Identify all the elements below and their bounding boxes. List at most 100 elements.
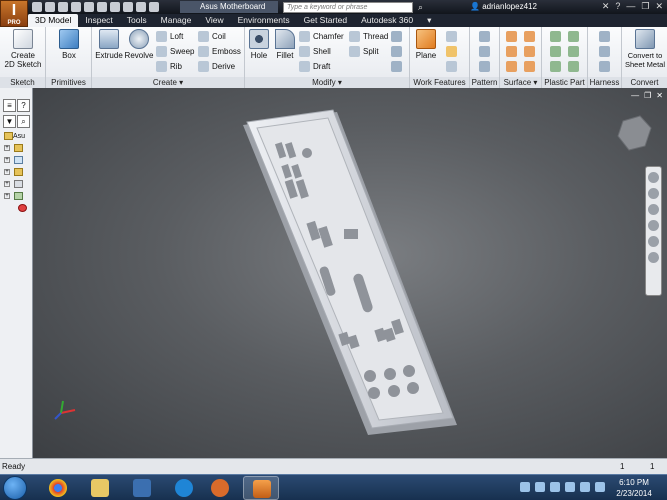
create-2d-sketch-button[interactable]: Create 2D Sketch [4, 29, 42, 69]
lip-icon[interactable] [568, 61, 579, 72]
sculpt-icon[interactable] [506, 46, 517, 57]
mirror-icon[interactable] [479, 61, 490, 72]
zoom-all-icon[interactable] [648, 252, 659, 263]
panel-title-create[interactable]: Create ▾ [92, 77, 244, 88]
coil-button[interactable]: Coil [198, 30, 226, 44]
trim-icon[interactable] [506, 61, 517, 72]
update-icon[interactable] [110, 2, 120, 12]
rectangular-pattern-icon[interactable] [479, 31, 490, 42]
tray-icon-2[interactable] [535, 482, 545, 492]
orbit-icon[interactable] [648, 220, 659, 231]
undo-icon[interactable] [71, 2, 81, 12]
tab-environments[interactable]: Environments [231, 14, 297, 27]
emboss-button[interactable]: Emboss [198, 45, 241, 59]
tree-node-solid-bodies[interactable]: + [4, 144, 23, 156]
expand-icon[interactable]: + [4, 169, 10, 175]
plane-button[interactable]: Plane [412, 29, 440, 60]
ribbon-options-icon[interactable]: ▾ [420, 14, 438, 27]
taskbar-maps[interactable] [202, 476, 238, 500]
search-input[interactable]: Type a keyword or phrase [283, 2, 413, 13]
tree-node-view[interactable]: + [4, 156, 23, 168]
tab-3d-model[interactable]: 3D Model [28, 14, 79, 27]
taskbar-explorer[interactable] [82, 476, 118, 500]
tab-autodesk-360[interactable]: Autodesk 360 [354, 14, 420, 27]
chamfer-button[interactable]: Chamfer [299, 30, 344, 44]
derive-button[interactable]: Derive [198, 60, 235, 74]
loft-button[interactable]: Loft [156, 30, 183, 44]
volume-icon[interactable] [595, 482, 605, 492]
harness-icon[interactable] [599, 31, 610, 42]
rib-button[interactable]: Rib [156, 60, 182, 74]
network-icon[interactable] [565, 482, 575, 492]
tree-node-feature[interactable]: + [4, 192, 23, 204]
look-at-icon[interactable] [648, 236, 659, 247]
tab-tools[interactable]: Tools [120, 14, 154, 27]
point-icon[interactable] [446, 46, 457, 57]
zoom-icon[interactable] [648, 204, 659, 215]
steering-wheel-icon[interactable] [648, 172, 659, 183]
panel-title-surface[interactable]: Surface ▾ [500, 77, 541, 88]
tab-view[interactable]: View [198, 14, 230, 27]
expand-icon[interactable]: + [4, 157, 10, 163]
taskbar-media[interactable] [124, 476, 160, 500]
minimize-icon[interactable]: — [626, 1, 635, 12]
wire-icon[interactable] [599, 46, 610, 57]
select-icon[interactable] [123, 2, 133, 12]
viewcube-icon[interactable] [617, 115, 652, 151]
clock[interactable]: 6:10 PM 2/23/2014 [614, 477, 654, 499]
taskbar-chrome[interactable] [40, 476, 76, 500]
sweep-button[interactable]: Sweep [156, 45, 194, 59]
browser-help-icon[interactable]: ? [17, 99, 30, 112]
search-icon[interactable]: ⌕ [418, 2, 423, 13]
tray-icon-1[interactable] [520, 482, 530, 492]
save-icon[interactable] [58, 2, 68, 12]
close-icon[interactable]: ✕ [655, 1, 663, 12]
taskbar-app[interactable] [166, 476, 202, 500]
shell-button[interactable]: Shell [299, 45, 331, 59]
thread-button[interactable]: Thread [349, 30, 388, 44]
fillet-button[interactable]: Fillet [273, 29, 297, 60]
tree-node-extrusion[interactable]: + [4, 180, 23, 192]
panel-title-modify[interactable]: Modify ▾ [245, 77, 409, 88]
thicken-icon[interactable] [506, 31, 517, 42]
power-icon[interactable] [580, 482, 590, 492]
start-button[interactable] [3, 476, 27, 500]
new-icon[interactable] [32, 2, 42, 12]
tab-inspect[interactable]: Inspect [78, 14, 119, 27]
hole-button[interactable]: Hole [247, 29, 271, 60]
browser-search-icon[interactable]: ⌕ [17, 115, 30, 128]
convert-to-sheet-metal-button[interactable]: Convert to Sheet Metal [623, 29, 667, 69]
redo-icon[interactable] [84, 2, 94, 12]
expand-icon[interactable]: + [4, 193, 10, 199]
extrude-button[interactable]: Extrude [94, 29, 124, 60]
circular-pattern-icon[interactable] [479, 46, 490, 57]
document-title[interactable]: Asus Motherboard [180, 1, 278, 13]
help-icon[interactable]: ? [615, 1, 620, 12]
maximize-icon[interactable]: ❐ [641, 1, 649, 12]
direct-edit-icon[interactable] [391, 46, 402, 57]
tab-manage[interactable]: Manage [154, 14, 199, 27]
exchange-icon[interactable]: ✕ [602, 1, 610, 12]
tab-get-started[interactable]: Get Started [297, 14, 354, 27]
user-account[interactable]: 👤 adrianlopez412 [470, 1, 537, 13]
application-menu-button[interactable]: I PRO [0, 0, 28, 27]
grill-icon[interactable] [550, 31, 561, 42]
patch-icon[interactable] [524, 46, 535, 57]
expand-icon[interactable]: + [4, 145, 10, 151]
filter-icon[interactable]: ▼ [3, 115, 16, 128]
rule-fillet-icon[interactable] [550, 61, 561, 72]
appearance-icon[interactable] [149, 2, 159, 12]
draft-button[interactable]: Draft [299, 60, 330, 74]
tree-end-of-part[interactable] [4, 204, 27, 216]
io-shield-part[interactable] [243, 109, 457, 435]
tray-icon-3[interactable] [550, 482, 560, 492]
axis-icon[interactable] [446, 31, 457, 42]
taskbar-inventor[interactable] [243, 476, 279, 500]
tree-node-origin[interactable]: + [4, 168, 23, 180]
material-icon[interactable] [136, 2, 146, 12]
ucs-icon[interactable] [446, 61, 457, 72]
browser-menu-icon[interactable]: ≡ [3, 99, 16, 112]
pan-icon[interactable] [648, 188, 659, 199]
rest-icon[interactable] [550, 46, 561, 57]
tree-root[interactable]: Asu [4, 132, 25, 144]
